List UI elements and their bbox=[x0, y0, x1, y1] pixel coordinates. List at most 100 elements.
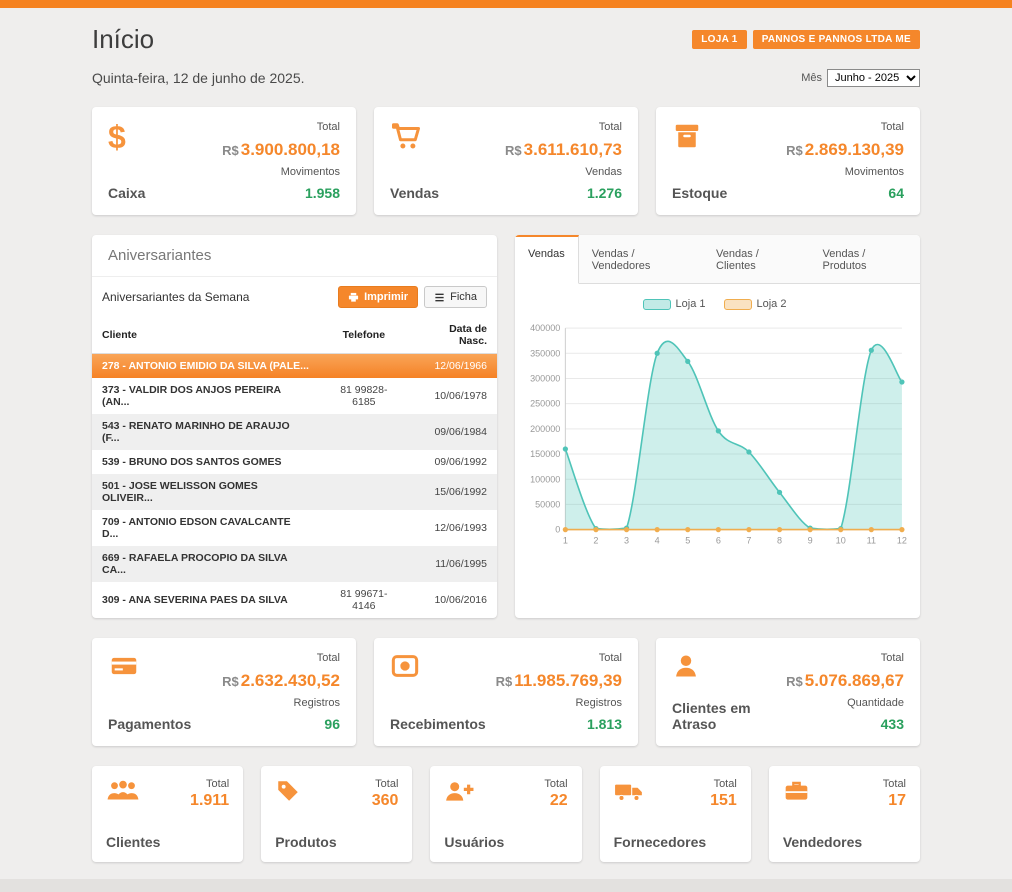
legend-loja2: Loja 2 bbox=[724, 298, 787, 310]
clientes-atraso-count-value: 433 bbox=[786, 716, 904, 732]
loja2-label: Loja 2 bbox=[757, 298, 787, 310]
svg-text:9: 9 bbox=[808, 536, 813, 546]
vendas-total-value: R$3.611.610,73 bbox=[505, 140, 622, 160]
svg-text:200000: 200000 bbox=[530, 424, 560, 434]
total-label: Total bbox=[222, 121, 340, 133]
usuarios-total-value: 22 bbox=[544, 792, 567, 810]
svg-text:150000: 150000 bbox=[530, 449, 560, 459]
clientes-total-value: 1.911 bbox=[190, 792, 229, 810]
table-row[interactable]: 501 - JOSE WELISSON GOMES OLIVEIR... 15/… bbox=[92, 474, 497, 510]
estoque-count-value: 64 bbox=[786, 185, 904, 201]
money-icon bbox=[390, 652, 486, 680]
user-plus-icon bbox=[444, 778, 474, 810]
month-picker: Mês Junho - 2025 bbox=[801, 69, 920, 87]
page-header: Início LOJA 1 PANNOS E PANNOS LTDA ME bbox=[92, 24, 920, 55]
middle-row: Aniversariantes Aniversariantes da Seman… bbox=[92, 235, 920, 618]
total-label: Total bbox=[883, 778, 906, 790]
table-row[interactable]: 278 - ANTONIO EMIDIO DA SILVA (PALE... 1… bbox=[92, 354, 497, 379]
svg-text:11: 11 bbox=[867, 536, 876, 546]
pagamentos-title: Pagamentos bbox=[108, 716, 191, 732]
table-row[interactable]: 539 - BRUNO DOS SANTOS GOMES 09/06/1992 bbox=[92, 450, 497, 474]
total-label: Total bbox=[190, 778, 229, 790]
svg-text:7: 7 bbox=[746, 536, 751, 546]
total-label: Total bbox=[496, 652, 622, 664]
svg-text:50000: 50000 bbox=[535, 499, 560, 509]
fornecedores-card: Total 151 Fornecedores bbox=[600, 766, 751, 862]
legend-loja1: Loja 1 bbox=[643, 298, 706, 310]
svg-text:350000: 350000 bbox=[530, 348, 560, 358]
pagamentos-count-value: 96 bbox=[222, 716, 340, 732]
page-container: Início LOJA 1 PANNOS E PANNOS LTDA ME Qu… bbox=[92, 8, 920, 892]
table-row[interactable]: 709 - ANTONIO EDSON CAVALCANTE D... 12/0… bbox=[92, 510, 497, 546]
svg-text:8: 8 bbox=[777, 536, 782, 546]
caixa-total-value: R$3.900.800,18 bbox=[222, 140, 340, 160]
total-label: Total bbox=[710, 778, 737, 790]
table-row[interactable]: 669 - RAFAELA PROCOPIO DA SILVA CA... 11… bbox=[92, 546, 497, 582]
produtos-title: Produtos bbox=[275, 834, 398, 850]
clientes-card: Total 1.911 Clientes bbox=[92, 766, 243, 862]
sales-chart-panel: Vendas Vendas / Vendedores Vendas / Clie… bbox=[515, 235, 920, 618]
svg-text:100000: 100000 bbox=[530, 474, 560, 484]
vendedores-title: Vendedores bbox=[783, 834, 906, 850]
movimentos-label: Movimentos bbox=[786, 166, 904, 178]
table-row[interactable]: 373 - VALDIR DOS ANJOS PEREIRA (AN... 81… bbox=[92, 378, 497, 414]
clientes-atraso-title: Clientes em Atraso bbox=[672, 700, 786, 732]
credit-card-icon bbox=[108, 652, 191, 680]
tab-vendas-produtos[interactable]: Vendas / Produtos bbox=[810, 235, 921, 283]
estoque-title: Estoque bbox=[672, 185, 727, 201]
store-badge-loja1[interactable]: LOJA 1 bbox=[692, 30, 746, 49]
total-label: Total bbox=[786, 121, 904, 133]
vendas-count-value: 1.276 bbox=[505, 185, 622, 201]
store-badges: LOJA 1 PANNOS E PANNOS LTDA ME bbox=[692, 30, 920, 49]
count-row: Total 1.911 Clientes Total 360 Produtos bbox=[92, 766, 920, 862]
month-select[interactable]: Junho - 2025 bbox=[827, 69, 920, 87]
loja1-swatch bbox=[643, 299, 671, 310]
caixa-card: $ Caixa Total R$3.900.800,18 Movimentos … bbox=[92, 107, 356, 215]
tab-vendas-clientes[interactable]: Vendas / Clientes bbox=[703, 235, 809, 283]
pagamentos-card: Pagamentos Total R$2.632.430,52 Registro… bbox=[92, 638, 356, 746]
date-row: Quinta-feira, 12 de junho de 2025. Mês J… bbox=[92, 69, 920, 87]
total-label: Total bbox=[222, 652, 340, 664]
total-label: Total bbox=[372, 778, 399, 790]
usuarios-title: Usuários bbox=[444, 834, 567, 850]
tab-vendas[interactable]: Vendas bbox=[515, 235, 579, 284]
company-badge[interactable]: PANNOS E PANNOS LTDA ME bbox=[753, 30, 920, 49]
loja1-label: Loja 1 bbox=[676, 298, 706, 310]
aniversariantes-panel: Aniversariantes Aniversariantes da Seman… bbox=[92, 235, 497, 618]
top-accent-bar bbox=[0, 0, 1012, 8]
svg-text:2: 2 bbox=[593, 536, 598, 546]
recebimentos-count-value: 1.813 bbox=[496, 716, 622, 732]
svg-text:6: 6 bbox=[716, 536, 721, 546]
truck-icon bbox=[614, 778, 644, 810]
tab-vendas-vendedores[interactable]: Vendas / Vendedores bbox=[579, 235, 703, 283]
month-label: Mês bbox=[801, 72, 822, 84]
table-header-row: Cliente Telefone Data de Nasc. bbox=[92, 317, 497, 354]
chart-legend: Loja 1 Loja 2 bbox=[517, 294, 912, 316]
vendas-title: Vendas bbox=[390, 185, 439, 201]
table-row[interactable]: 543 - RENATO MARINHO DE ARAUJO (F... 09/… bbox=[92, 414, 497, 450]
box-icon bbox=[672, 121, 727, 151]
users-icon bbox=[106, 778, 140, 810]
estoque-total-value: R$2.869.130,39 bbox=[786, 140, 904, 160]
caixa-title: Caixa bbox=[108, 185, 145, 201]
imprimir-button[interactable]: Imprimir bbox=[338, 286, 418, 308]
clientes-title: Clientes bbox=[106, 834, 229, 850]
quantidade-label: Quantidade bbox=[786, 697, 904, 709]
registros-label: Registros bbox=[222, 697, 340, 709]
svg-text:4: 4 bbox=[655, 536, 660, 546]
summary-row: $ Caixa Total R$3.900.800,18 Movimentos … bbox=[92, 107, 920, 215]
usuarios-card: Total 22 Usuários bbox=[430, 766, 581, 862]
svg-text:400000: 400000 bbox=[530, 323, 560, 333]
vendedores-total-value: 17 bbox=[883, 792, 906, 810]
ficha-button[interactable]: Ficha bbox=[424, 286, 487, 308]
birthdays-table: Cliente Telefone Data de Nasc. 278 - ANT… bbox=[92, 317, 497, 618]
caixa-count-value: 1.958 bbox=[222, 185, 340, 201]
briefcase-icon bbox=[783, 778, 810, 810]
registros-label: Registros bbox=[496, 697, 622, 709]
chart-body: Loja 1 Loja 2 05000010000015000020000025… bbox=[515, 284, 920, 562]
finance-row: Pagamentos Total R$2.632.430,52 Registro… bbox=[92, 638, 920, 746]
recebimentos-title: Recebimentos bbox=[390, 716, 486, 732]
col-data-nasc: Data de Nasc. bbox=[409, 317, 497, 354]
table-row[interactable]: 309 - ANA SEVERINA PAES DA SILVA 81 9967… bbox=[92, 582, 497, 618]
aniversariantes-toolbar: Aniversariantes da Semana Imprimir Ficha bbox=[92, 277, 497, 317]
